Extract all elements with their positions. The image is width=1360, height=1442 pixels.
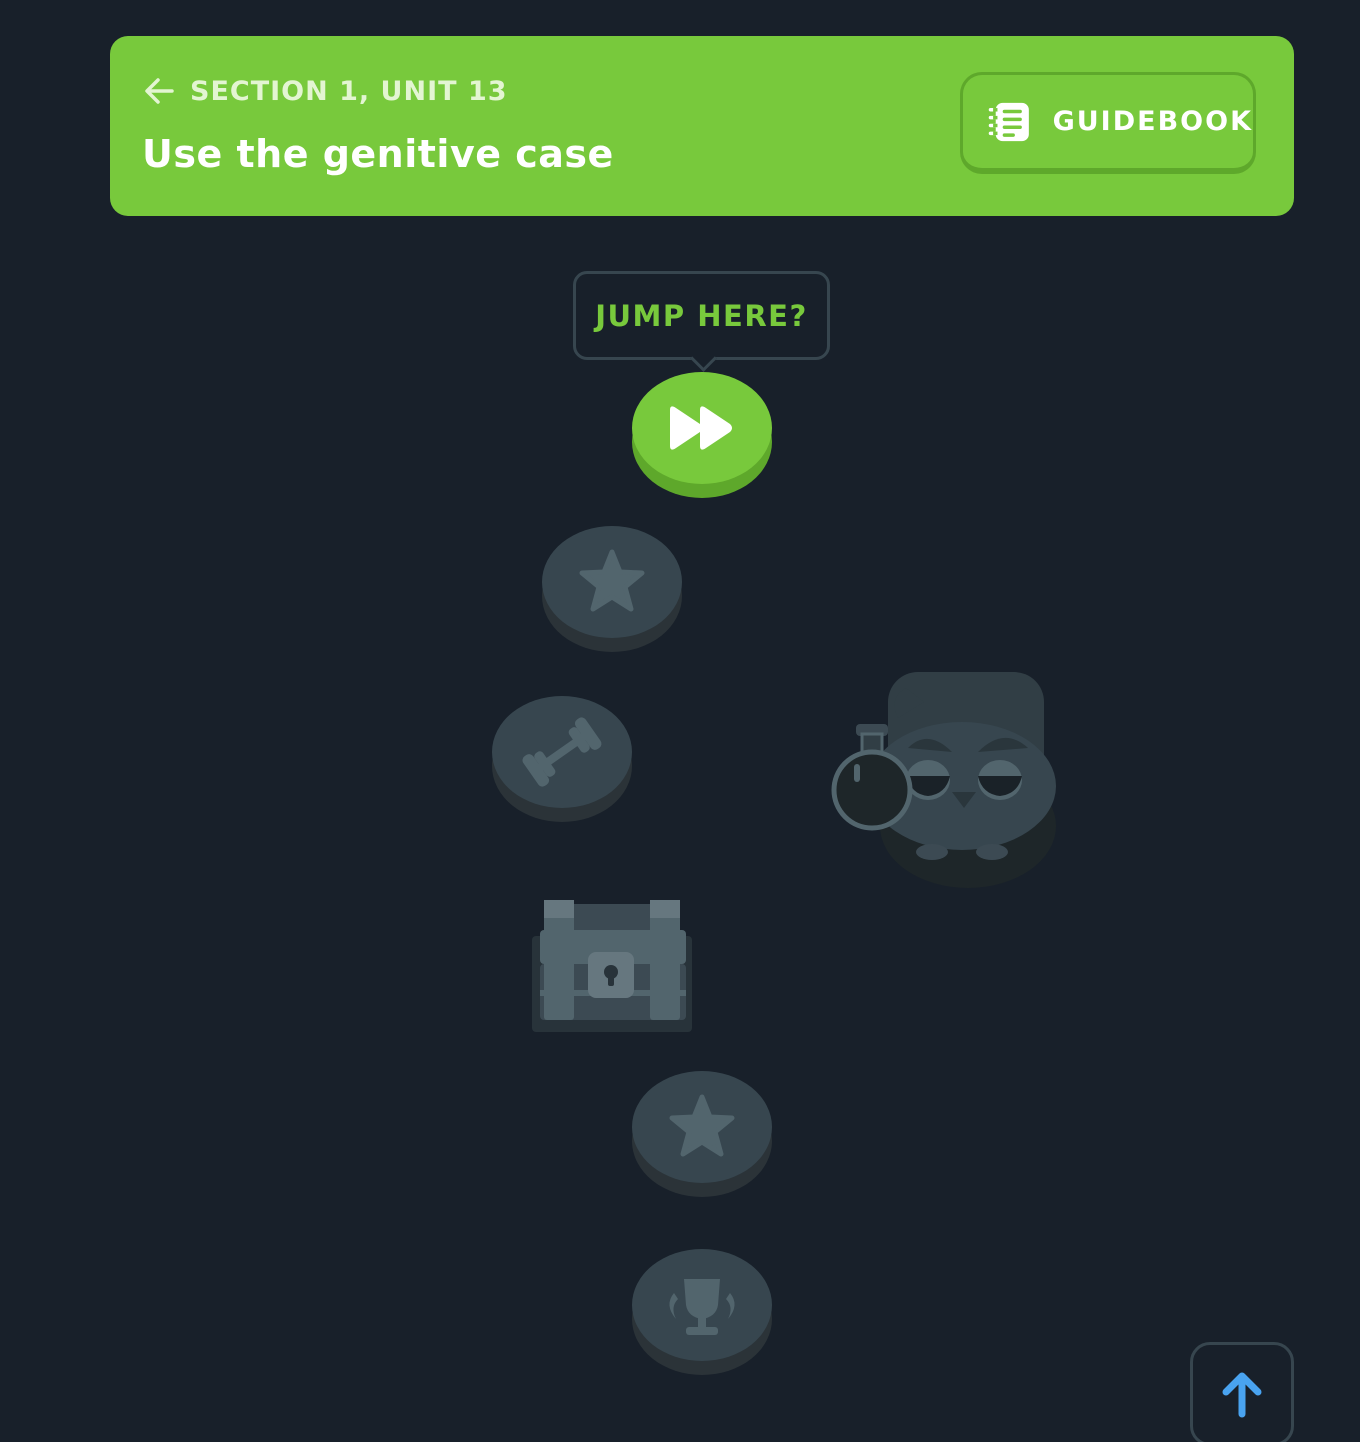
unit-title: Use the genitive case <box>142 132 614 176</box>
practice-node-button[interactable] <box>490 694 634 826</box>
unit-header: SECTION 1, UNIT 13 Use the genitive case… <box>110 36 1294 216</box>
arrow-left-icon[interactable] <box>142 74 176 108</box>
jump-node-button[interactable] <box>630 370 774 502</box>
chest-node-button[interactable] <box>530 896 694 1036</box>
learn-path-page: SECTION 1, UNIT 13 Use the genitive case… <box>0 0 1360 1442</box>
lesson-node-button[interactable] <box>540 524 684 656</box>
owl-with-potion-icon <box>828 668 1062 892</box>
unit-meta: SECTION 1, UNIT 13 <box>142 74 508 108</box>
treasure-chest-icon <box>532 900 692 1032</box>
jump-here-tooltip[interactable]: JUMP HERE? <box>573 271 830 360</box>
lesson-node-button[interactable] <box>630 1069 774 1201</box>
guidebook-button[interactable]: GUIDEBOOK <box>960 72 1256 174</box>
guidebook-label: GUIDEBOOK <box>1052 106 1253 137</box>
scroll-to-top-button[interactable] <box>1190 1342 1294 1442</box>
jump-here-label: JUMP HERE? <box>595 298 808 333</box>
section-label: SECTION 1, UNIT 13 <box>190 75 508 107</box>
unit-review-node-button[interactable] <box>630 1247 774 1379</box>
notebook-icon <box>988 102 1029 141</box>
arrow-up-icon <box>1222 1372 1262 1418</box>
